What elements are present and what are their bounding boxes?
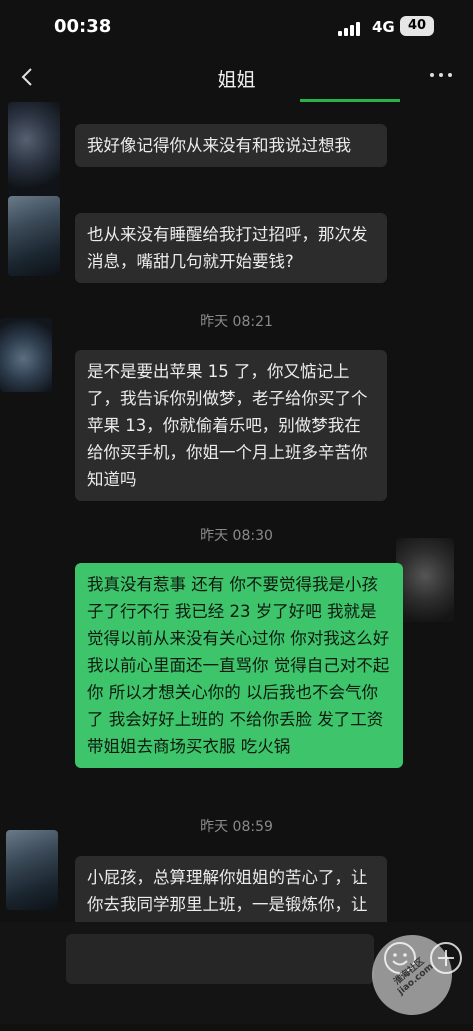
message-timestamp: 昨天 08:59 [200,819,273,835]
chat-title: 姐姐 [217,69,256,91]
more-options-icon[interactable] [430,70,454,80]
status-time: 00:38 [54,16,112,37]
chat-header: 姐姐 [0,56,473,100]
contact-avatar[interactable] [6,830,58,910]
message-bubble-sent: 我真没有惹事 还有 你不要觉得我是小孩子了行不行 我已经 23 岁了好吧 我就是… [75,563,403,768]
message-bubble-received: 我好像记得你从来没有和我说过想我 [75,124,387,167]
message-timestamp: 昨天 08:21 [200,314,273,330]
watermark-text: 淮海社区 jiao.com [392,956,436,998]
network-label: 4G [372,18,395,36]
battery-icon: 40 [400,16,434,36]
contact-avatar[interactable] [8,196,60,276]
status-bar: 00:38 4G 40 [0,0,473,56]
header-accent-line [300,99,400,102]
signal-icon [338,22,366,36]
message-input[interactable] [66,934,374,984]
contact-avatar[interactable] [8,102,60,196]
user-avatar[interactable] [396,538,454,622]
contact-avatar[interactable] [0,318,52,392]
message-bubble-received: 也从来没有睡醒给我打过招呼，那次发消息，嘴甜几句就开始要钱? [75,213,387,283]
message-bubble-received: 是不是要出苹果 15 了，你又惦记上了，我告诉你别做梦，老子给你买了个苹果 13… [75,350,387,501]
